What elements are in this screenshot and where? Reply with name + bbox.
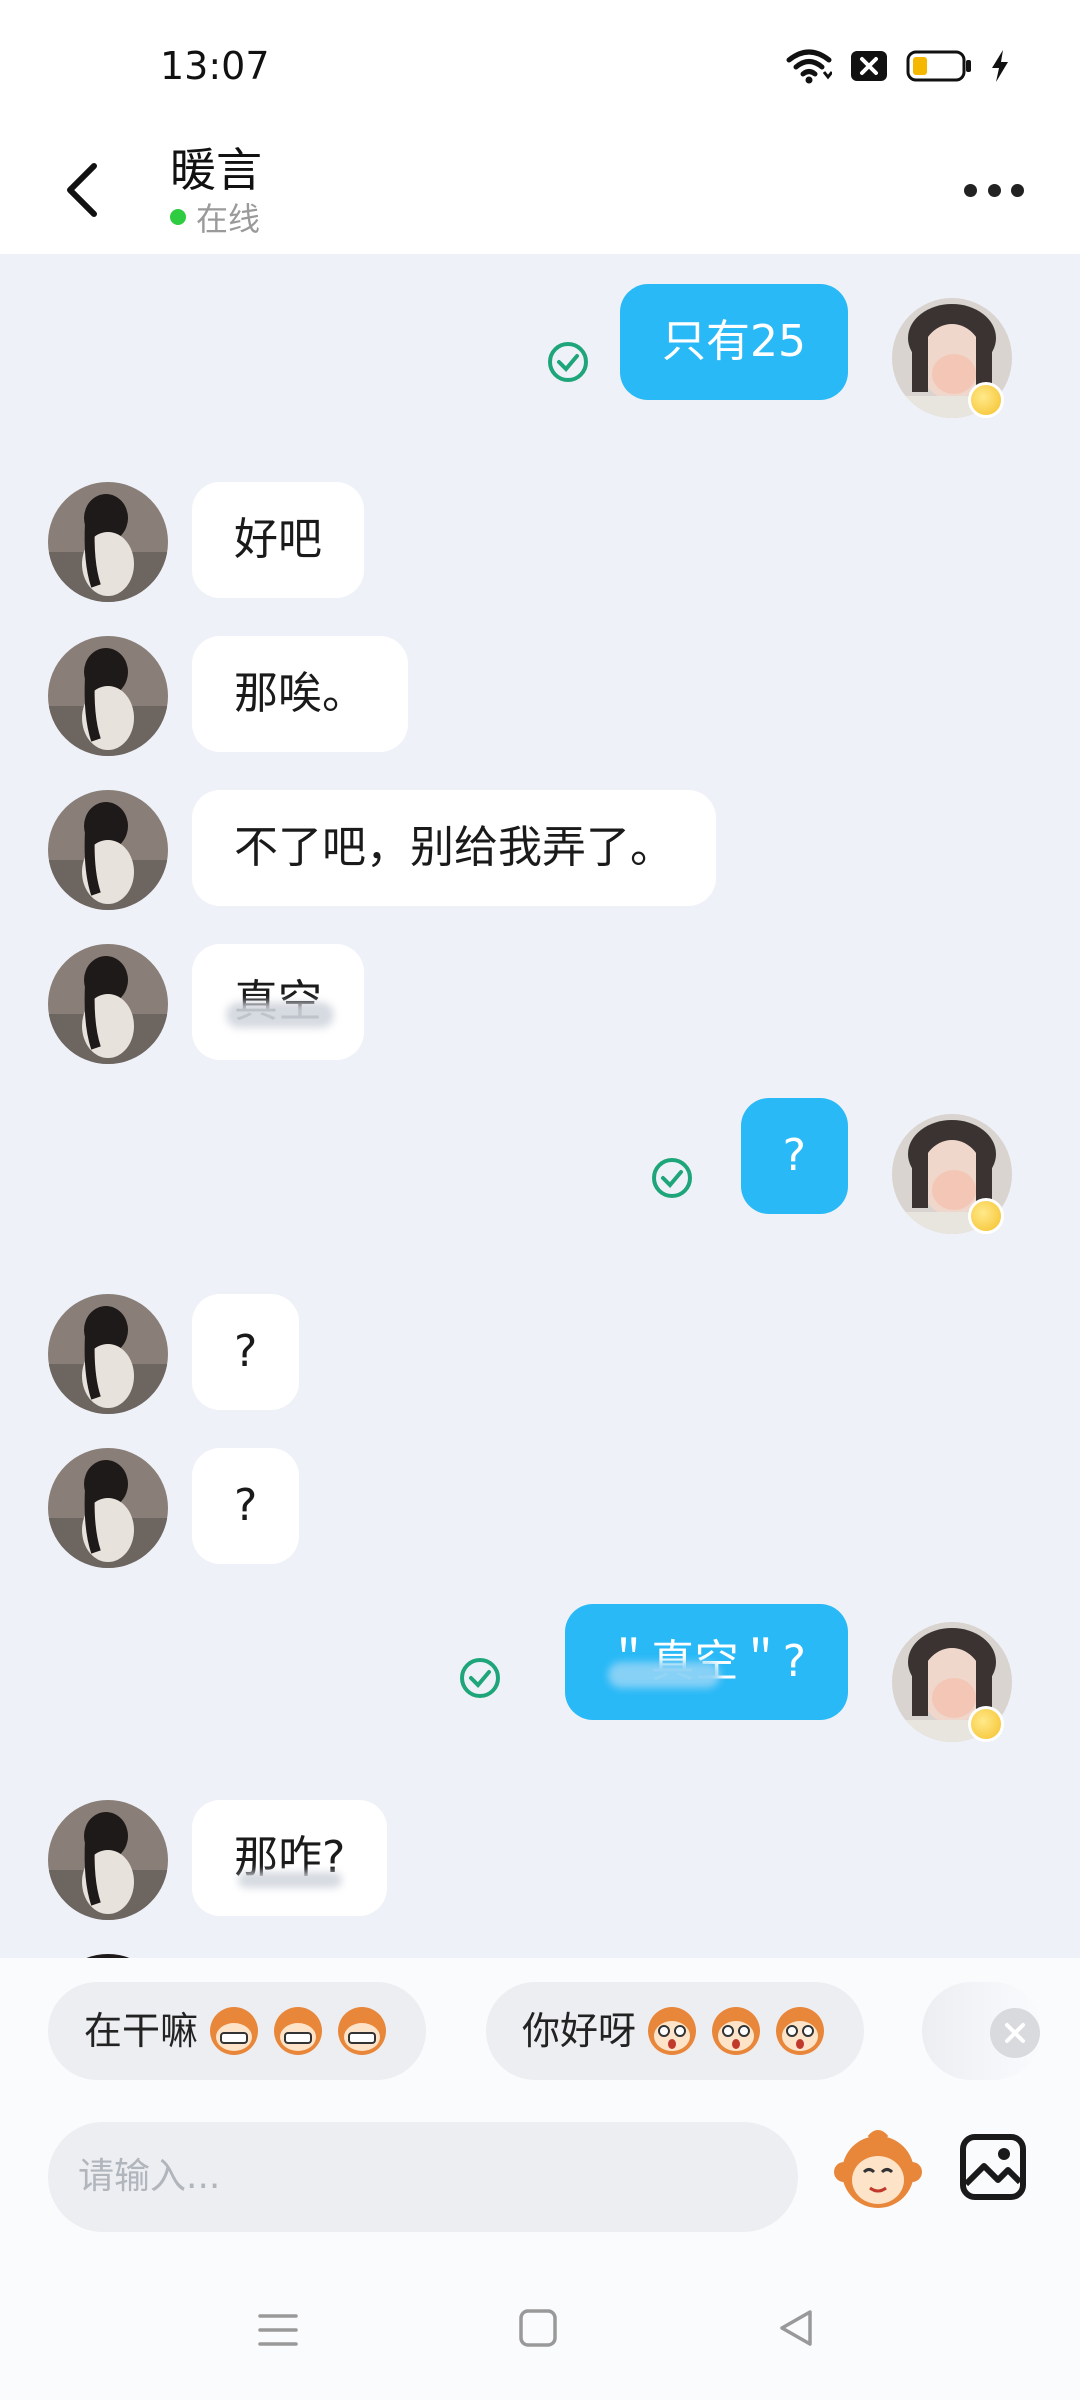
close-icon (1005, 2023, 1025, 2043)
message-bubble-incoming[interactable]: 不了吧，别给我弄了。 (192, 790, 716, 906)
charging-bolt-icon (990, 49, 1010, 83)
no-sim-icon (850, 50, 888, 82)
battery-low-icon (906, 50, 972, 82)
online-status-text: 在线 (196, 200, 261, 238)
quick-reply-chip[interactable]: 你好呀 (486, 1982, 865, 2080)
back-button[interactable] (56, 152, 116, 224)
image-button[interactable] (958, 2132, 1028, 2202)
back-triangle-icon[interactable] (776, 2308, 816, 2348)
blur-mask (608, 1662, 720, 1688)
wifi-icon (786, 48, 832, 84)
grinning-monkey-icon (274, 2007, 323, 2055)
contact-avatar[interactable] (48, 1294, 168, 1414)
contact-avatar[interactable] (48, 482, 168, 602)
recent-apps-icon[interactable] (258, 2310, 298, 2350)
more-dot-icon (964, 183, 977, 197)
chat-header: 暖言 在线 (0, 124, 1080, 254)
contact-avatar[interactable] (48, 1448, 168, 1568)
blur-mask (238, 1872, 342, 1888)
grinning-monkey-icon (210, 2007, 259, 2055)
message-bubble-incoming[interactable]: 那咋? (192, 1800, 388, 1916)
grinning-monkey-icon (338, 2007, 387, 2055)
system-navigation-bar (0, 2250, 1080, 2400)
status-time: 13:07 (160, 44, 270, 88)
message-list[interactable]: 只有25 好吧 那唉。 不了吧，别给我弄了。 ? ? ? 那咋? (0, 254, 1080, 1958)
online-status: 在线 (170, 194, 260, 240)
read-check-icon (460, 1658, 500, 1698)
emoji-badge-icon (968, 1706, 1004, 1742)
message-input[interactable]: 请输入... (48, 2122, 798, 2232)
contact-avatar[interactable] (48, 790, 168, 910)
more-dot-icon (1011, 183, 1024, 197)
close-quick-replies-button[interactable] (990, 2008, 1040, 2058)
emoji-badge-icon (968, 382, 1004, 418)
message-bubble-outgoing[interactable]: ? (740, 1098, 848, 1214)
read-check-icon (548, 342, 588, 382)
composer-panel: 在干嘛 你好呀 请输入... (0, 1958, 1080, 2400)
monkey-sticker-icon (834, 2130, 922, 2208)
message-bubble-incoming[interactable]: ? (192, 1294, 300, 1410)
message-bubble-incoming[interactable]: 那唉。 (192, 636, 408, 752)
blur-mask (226, 1002, 334, 1028)
status-bar: 13:07 (0, 0, 1080, 124)
contact-avatar[interactable] (48, 944, 168, 1064)
contact-name[interactable]: 暖言 (170, 134, 262, 200)
message-bubble-outgoing[interactable]: 只有25 (620, 284, 848, 400)
contact-avatar[interactable] (48, 636, 168, 756)
surprised-monkey-icon (648, 2007, 697, 2055)
chevron-left-icon (67, 163, 97, 217)
message-bubble-incoming[interactable]: 好吧 (192, 482, 364, 598)
more-options-button[interactable] (964, 170, 1024, 210)
contact-avatar[interactable] (48, 1800, 168, 1920)
home-icon[interactable] (518, 2308, 558, 2348)
surprised-monkey-icon (712, 2007, 761, 2055)
image-icon (960, 2134, 1026, 2200)
quick-reply-chip[interactable]: 在干嘛 (48, 1982, 427, 2080)
emoji-badge-icon (968, 1198, 1004, 1234)
surprised-monkey-icon (776, 2007, 825, 2055)
more-dot-icon (987, 183, 1001, 197)
message-bubble-incoming[interactable]: ? (192, 1448, 300, 1564)
quick-reply-label: 在干嘛 (84, 2009, 199, 2053)
online-dot (170, 209, 186, 225)
status-icons (786, 48, 1010, 84)
sticker-button[interactable] (830, 2122, 926, 2218)
quick-reply-label: 你好呀 (522, 2009, 637, 2053)
read-check-icon (652, 1158, 692, 1198)
